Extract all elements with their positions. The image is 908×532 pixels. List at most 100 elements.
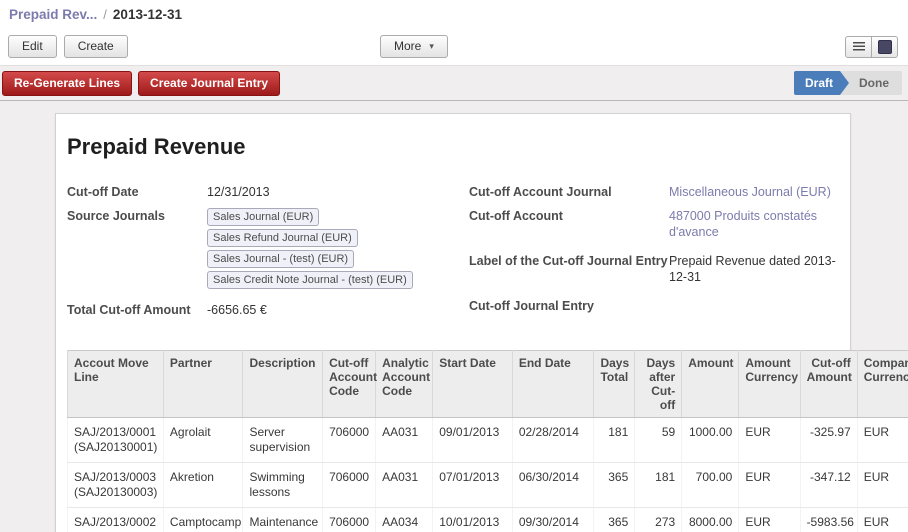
cell-days-total[interactable]: 365 <box>594 508 635 532</box>
cell-analytic-code[interactable]: AA031 <box>376 418 433 463</box>
cell-move-line[interactable]: SAJ/2013/0002 (SAJ20130002) <box>68 508 164 532</box>
col-days-after-cutoff[interactable]: Days after Cut-off <box>635 351 682 418</box>
cell-days-after[interactable]: 273 <box>635 508 682 532</box>
cell-partner[interactable]: Akretion <box>163 463 243 508</box>
view-switcher <box>845 36 898 58</box>
cell-move-line[interactable]: SAJ/2013/0003 (SAJ20130003) <box>68 463 164 508</box>
col-cutoff-account-code[interactable]: Cut-off Account Code <box>323 351 376 418</box>
cutoff-account-journal-label: Cut-off Account Journal <box>469 184 669 200</box>
list-view-button[interactable] <box>845 36 872 58</box>
source-journals-label: Source Journals <box>67 208 207 289</box>
lines-table: Accout Move Line Partner Description Cut… <box>67 350 908 532</box>
form-view-button[interactable] <box>871 36 898 58</box>
field-total-cutoff: Total Cut-off Amount -6656.65 € <box>67 302 469 318</box>
field-cutoff-account: Cut-off Account 487000 Produits constaté… <box>469 208 847 240</box>
form-sheet: Prepaid Revenue Cut-off Date 12/31/2013 … <box>55 113 851 532</box>
journal-tag: Sales Journal (EUR) <box>207 208 319 226</box>
create-journal-entry-button[interactable]: Create Journal Entry <box>138 71 280 96</box>
cell-amount-currency[interactable]: EUR <box>739 463 800 508</box>
cutoff-account-label: Cut-off Account <box>469 208 669 240</box>
cutoff-account-journal-link[interactable]: Miscellaneous Journal (EUR) <box>669 184 831 200</box>
cell-days-after[interactable]: 59 <box>635 418 682 463</box>
cell-amount[interactable]: 1000.00 <box>682 418 739 463</box>
cell-amount-currency[interactable]: EUR <box>739 508 800 532</box>
col-account-move-line[interactable]: Accout Move Line <box>68 351 164 418</box>
list-icon <box>853 42 865 53</box>
app-window: Prepaid Rev... / 2013-12-31 Edit Create … <box>0 0 908 532</box>
lines-table-wrap: Accout Move Line Partner Description Cut… <box>67 350 850 532</box>
cell-cutoff-amount[interactable]: -347.12 <box>800 463 857 508</box>
field-entry-label: Label of the Cut-off Journal Entry Prepa… <box>469 253 847 285</box>
col-cutoff-amount[interactable]: Cut-off Amount <box>800 351 857 418</box>
cell-account-code[interactable]: 706000 <box>323 418 376 463</box>
cell-partner[interactable]: Camptocamp <box>163 508 243 532</box>
table-row[interactable]: SAJ/2013/0002 (SAJ20130002) Camptocamp M… <box>68 508 908 532</box>
cell-amount[interactable]: 8000.00 <box>682 508 739 532</box>
col-description[interactable]: Description <box>243 351 323 418</box>
col-partner[interactable]: Partner <box>163 351 243 418</box>
cell-account-code[interactable]: 706000 <box>323 463 376 508</box>
cell-description[interactable]: Maintenance contract <box>243 508 323 532</box>
regenerate-lines-button[interactable]: Re-Generate Lines <box>2 71 132 96</box>
cutoff-journal-entry-label: Cut-off Journal Entry <box>469 298 669 313</box>
edit-button[interactable]: Edit <box>8 35 57 58</box>
cell-days-after[interactable]: 181 <box>635 463 682 508</box>
chevron-down-icon: ▾ <box>429 39 434 54</box>
breadcrumb: Prepaid Rev... / 2013-12-31 <box>0 0 908 28</box>
cell-amount[interactable]: 700.00 <box>682 463 739 508</box>
cell-start-date[interactable]: 09/01/2013 <box>433 418 513 463</box>
cell-description[interactable]: Server supervision <box>243 418 323 463</box>
entry-label-label: Label of the Cut-off Journal Entry <box>469 253 669 285</box>
entry-label-value: Prepaid Revenue dated 2013-12-31 <box>669 253 847 285</box>
cutoff-account-link[interactable]: 487000 Produits constatés d'avance <box>669 208 847 240</box>
form-fields: Cut-off Date 12/31/2013 Source Journals … <box>67 184 850 326</box>
cell-end-date[interactable]: 09/30/2014 <box>512 508 594 532</box>
cell-start-date[interactable]: 07/01/2013 <box>433 463 513 508</box>
cell-analytic-code[interactable]: AA031 <box>376 463 433 508</box>
breadcrumb-parent-link[interactable]: Prepaid Rev... <box>9 7 97 22</box>
create-button[interactable]: Create <box>64 35 128 58</box>
cell-start-date[interactable]: 10/01/2013 <box>433 508 513 532</box>
cell-company-currency[interactable]: EUR <box>857 463 908 508</box>
table-row[interactable]: SAJ/2013/0001 (SAJ20130001) Agrolait Ser… <box>68 418 908 463</box>
journal-tag: Sales Journal - (test) (EUR) <box>207 250 354 268</box>
table-row[interactable]: SAJ/2013/0003 (SAJ20130003) Akretion Swi… <box>68 463 908 508</box>
cell-end-date[interactable]: 02/28/2014 <box>512 418 594 463</box>
cell-analytic-code[interactable]: AA034 <box>376 508 433 532</box>
cell-description[interactable]: Swimming lessons <box>243 463 323 508</box>
col-amount-currency[interactable]: Amount Currency <box>739 351 800 418</box>
col-company-currency[interactable]: Company Currency <box>857 351 908 418</box>
cutoff-date-label: Cut-off Date <box>67 184 207 200</box>
cell-cutoff-amount[interactable]: -5983.56 <box>800 508 857 532</box>
toolbar: Edit Create More ▾ <box>0 28 908 66</box>
cell-company-currency[interactable]: EUR <box>857 418 908 463</box>
form-right-column: Cut-off Account Journal Miscellaneous Jo… <box>469 184 847 326</box>
col-days-total[interactable]: Days Total <box>594 351 635 418</box>
form-icon <box>878 40 892 54</box>
col-analytic-account-code[interactable]: Analytic Account Code <box>376 351 433 418</box>
field-source-journals: Source Journals Sales Journal (EUR) Sale… <box>67 208 469 289</box>
form-left-column: Cut-off Date 12/31/2013 Source Journals … <box>67 184 469 326</box>
cell-company-currency[interactable]: EUR <box>857 508 908 532</box>
col-amount[interactable]: Amount <box>682 351 739 418</box>
cell-days-total[interactable]: 365 <box>594 463 635 508</box>
cell-account-code[interactable]: 706000 <box>323 508 376 532</box>
journal-tag: Sales Refund Journal (EUR) <box>207 229 358 247</box>
col-start-date[interactable]: Start Date <box>433 351 513 418</box>
cell-amount-currency[interactable]: EUR <box>739 418 800 463</box>
cell-partner[interactable]: Agrolait <box>163 418 243 463</box>
page-title: Prepaid Revenue <box>67 134 850 160</box>
status-draft[interactable]: Draft <box>794 71 849 95</box>
col-end-date[interactable]: End Date <box>512 351 594 418</box>
breadcrumb-current: 2013-12-31 <box>113 7 182 22</box>
edit-create-group: Edit Create <box>8 35 128 58</box>
cell-days-total[interactable]: 181 <box>594 418 635 463</box>
table-header-row: Accout Move Line Partner Description Cut… <box>68 351 908 418</box>
cell-cutoff-amount[interactable]: -325.97 <box>800 418 857 463</box>
cell-end-date[interactable]: 06/30/2014 <box>512 463 594 508</box>
journal-tag: Sales Credit Note Journal - (test) (EUR) <box>207 271 413 289</box>
more-button[interactable]: More ▾ <box>380 35 448 58</box>
field-cutoff-date: Cut-off Date 12/31/2013 <box>67 184 469 200</box>
cell-move-line[interactable]: SAJ/2013/0001 (SAJ20130001) <box>68 418 164 463</box>
status-done[interactable]: Done <box>849 71 902 95</box>
